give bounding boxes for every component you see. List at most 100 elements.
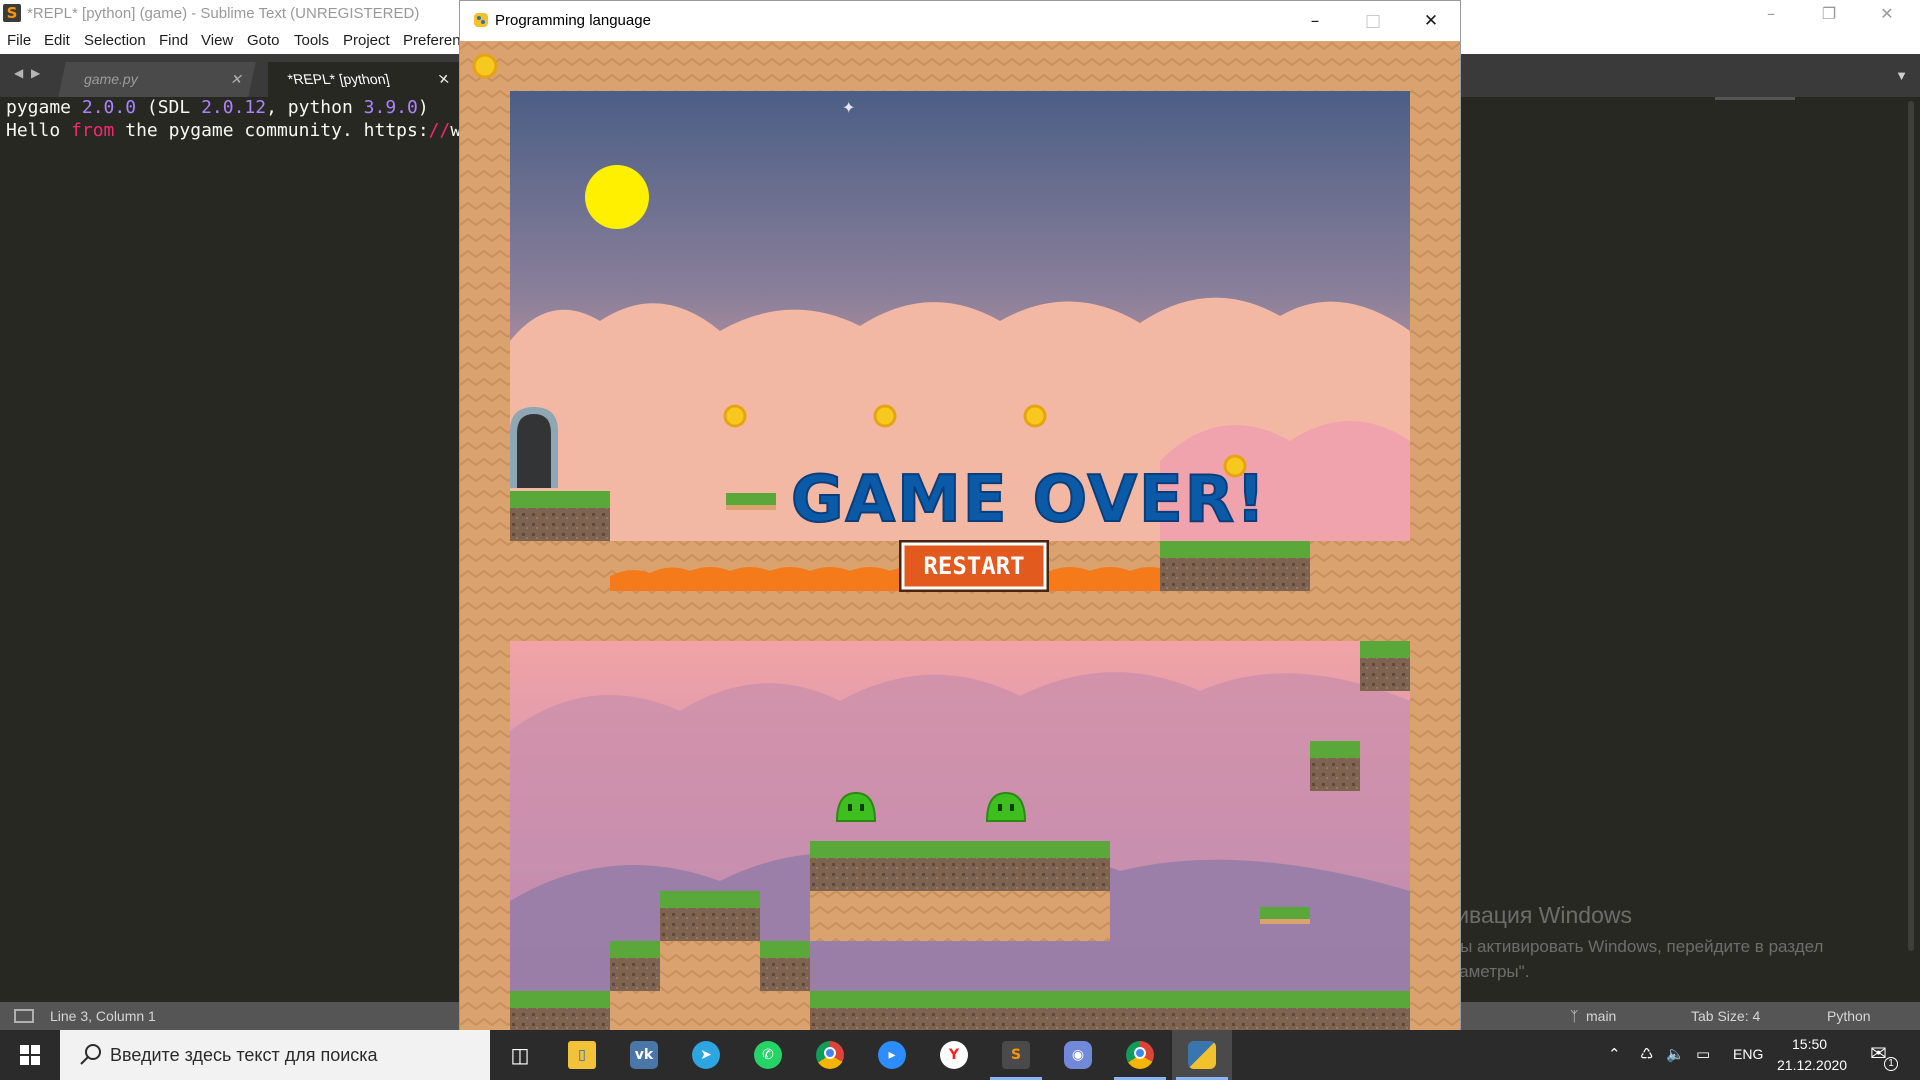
restore-button[interactable]: ❐	[1800, 0, 1858, 27]
coin-icon	[472, 53, 498, 79]
menu-find[interactable]: Find	[159, 32, 188, 49]
search-placeholder: Введите здесь текст для поиска	[110, 1045, 378, 1065]
cursor-position: Line 3, Column 1	[50, 1008, 156, 1024]
tab-scroll-left-icon[interactable]: ◀	[14, 66, 23, 80]
tab-scroll-right-icon[interactable]: ▶	[31, 66, 40, 80]
wall-ledge	[510, 591, 1310, 641]
vertical-scrollbar[interactable]	[1908, 101, 1914, 951]
windows-taskbar: Введите здесь текст для поиска ◫ ▯ vk ➤ …	[0, 1030, 1920, 1080]
moving-platform	[1260, 907, 1310, 924]
telegram-icon: ➤	[692, 1041, 720, 1069]
chrome-icon	[816, 1041, 844, 1069]
panel-toggle-icon[interactable]	[14, 1009, 34, 1023]
menu-tools[interactable]: Tools	[294, 32, 329, 49]
grass-platform	[1160, 541, 1310, 591]
grass-platform	[1310, 741, 1360, 791]
grass-platform	[660, 891, 760, 1031]
clock-time[interactable]: 15:50	[1792, 1036, 1827, 1052]
yandex-browser-button[interactable]: Y	[924, 1030, 984, 1080]
discord-button[interactable]: ◉	[1048, 1030, 1108, 1080]
file-explorer-button[interactable]: ▯	[552, 1030, 612, 1080]
restart-button[interactable]: RESTART	[899, 540, 1049, 592]
menu-project[interactable]: Project	[343, 32, 390, 49]
watermark-line: "Параметры".	[1422, 962, 1530, 981]
coin-icon	[1023, 404, 1047, 428]
menu-edit[interactable]: Edit	[44, 32, 70, 49]
pygame-window: Programming language – □ ✕ ✦ GAME OVER! …	[459, 0, 1461, 1031]
network-icon[interactable]: ♺	[1640, 1045, 1653, 1063]
tab-size[interactable]: Tab Size: 4	[1691, 1008, 1760, 1024]
minimize-button[interactable]: –	[1742, 0, 1800, 27]
tab-label: *REPL* [python]	[286, 71, 391, 87]
menu-goto[interactable]: Goto	[247, 32, 280, 49]
task-view-icon: ◫	[510, 1043, 530, 1067]
sun	[585, 165, 649, 229]
chrome-profile-icon	[1126, 1041, 1154, 1069]
menu-file[interactable]: File	[7, 32, 31, 49]
git-branch[interactable]: main	[1586, 1008, 1616, 1024]
pygame-snake-icon	[474, 13, 488, 27]
game-canvas[interactable]: ✦ GAME OVER! RESTART	[460, 41, 1460, 1031]
tab-close-icon[interactable]: ✕	[230, 62, 242, 97]
language-indicator[interactable]: ENG	[1733, 1046, 1763, 1062]
search-icon	[80, 1044, 101, 1065]
tab-list-dropdown-icon[interactable]: ▼	[1895, 68, 1908, 83]
syntax-selector[interactable]: Python	[1827, 1008, 1871, 1024]
slime-enemy	[985, 791, 1027, 822]
grass-platform	[810, 841, 1110, 941]
volume-icon[interactable]: 🔈	[1666, 1045, 1685, 1063]
exit-door	[510, 407, 558, 488]
sublime-text-icon: S	[1002, 1041, 1030, 1069]
show-hidden-icons-icon[interactable]: ⌃	[1608, 1045, 1621, 1063]
menu-view[interactable]: View	[201, 32, 233, 49]
grass-platform	[510, 491, 610, 541]
moving-platform	[726, 493, 776, 510]
tab-repl-python[interactable]: *REPL* [python] ✕	[268, 62, 460, 97]
sublime-text-taskbar-button[interactable]: S	[986, 1030, 1046, 1080]
minimap[interactable]	[1715, 97, 1795, 100]
battery-icon[interactable]: ▭	[1696, 1045, 1710, 1063]
tab-game-py[interactable]: game.py ✕	[58, 62, 256, 97]
yandex-browser-icon: Y	[940, 1041, 968, 1069]
game-maximize-button[interactable]: □	[1344, 1, 1402, 41]
task-view-button[interactable]: ◫	[490, 1030, 550, 1080]
grass-platform	[1360, 641, 1410, 691]
chrome-profile-button[interactable]	[1110, 1030, 1170, 1080]
whatsapp-icon: ✆	[754, 1041, 782, 1069]
game-close-button[interactable]: ✕	[1402, 1, 1460, 41]
menu-selection[interactable]: Selection	[84, 32, 146, 49]
python-button[interactable]	[1172, 1030, 1232, 1080]
file-explorer-icon: ▯	[568, 1041, 596, 1069]
clock-date[interactable]: 21.12.2020	[1777, 1057, 1847, 1073]
tab-close-icon[interactable]: ✕	[435, 62, 454, 97]
watermark-line: Чтобы активировать Windows, перейдите в …	[1422, 937, 1824, 956]
python-icon	[1188, 1041, 1216, 1069]
code-line: Hello from the pygame community. https:/…	[6, 120, 483, 141]
coin-icon	[873, 404, 897, 428]
activation-watermark-text: Чтобы активировать Windows, перейдите в …	[1422, 934, 1892, 984]
start-button[interactable]	[0, 1030, 60, 1080]
whatsapp-button[interactable]: ✆	[738, 1030, 798, 1080]
grass-platform	[610, 941, 660, 1031]
coin-icon	[723, 404, 747, 428]
game-title-bar: Programming language – □ ✕	[460, 1, 1460, 41]
telegram-button[interactable]: ➤	[676, 1030, 736, 1080]
game-over-text: GAME OVER!	[791, 463, 1267, 537]
taskbar-search-box[interactable]: Введите здесь текст для поиска	[60, 1030, 490, 1080]
notification-count-badge: 1	[1884, 1057, 1898, 1071]
restart-label: RESTART	[923, 552, 1024, 580]
game-minimize-button[interactable]: –	[1286, 1, 1344, 41]
zoom-button[interactable]: ▸	[862, 1030, 922, 1080]
star-icon: ✦	[842, 98, 855, 117]
code-line: pygame 2.0.0 (SDL 2.0.12, python 3.9.0)	[6, 97, 429, 118]
discord-icon: ◉	[1064, 1041, 1092, 1069]
vk-button[interactable]: vk	[614, 1030, 674, 1080]
tab-label: game.py	[84, 71, 138, 87]
chrome-button[interactable]	[800, 1030, 860, 1080]
slime-enemy	[835, 791, 877, 822]
game-window-title: Programming language	[495, 12, 651, 29]
close-button[interactable]: ✕	[1858, 0, 1916, 27]
zoom-icon: ▸	[878, 1041, 906, 1069]
git-branch-icon: ᛉ	[1570, 1008, 1579, 1024]
menu-preferences[interactable]: Preferen	[403, 32, 461, 49]
